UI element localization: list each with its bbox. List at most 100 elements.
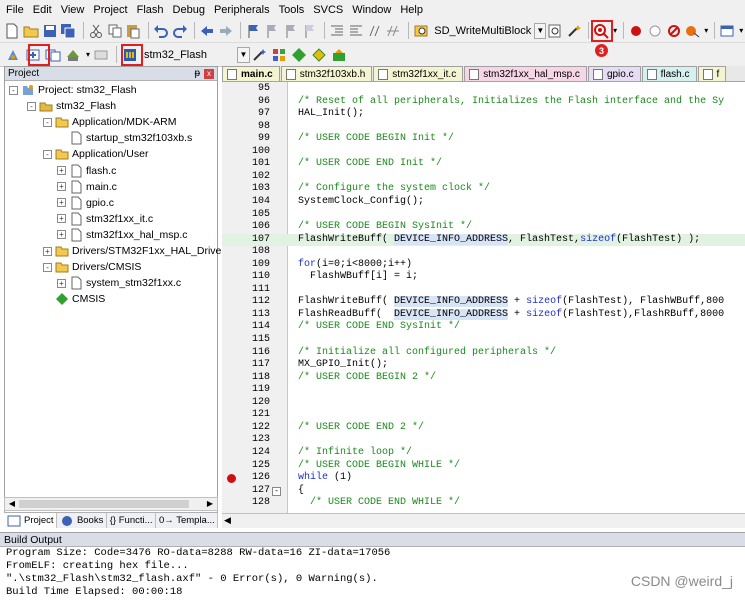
code-line[interactable]: 100 — [222, 146, 745, 159]
code-line[interactable]: 114 /* USER CODE END SysInit */ — [222, 321, 745, 334]
tree-item[interactable]: - Application/User — [43, 146, 148, 162]
redo-button[interactable] — [171, 22, 188, 40]
editor-tab[interactable]: stm32f1xx_it.c — [373, 66, 464, 81]
close-icon[interactable]: x — [204, 68, 214, 79]
code-line[interactable]: 124 /* Infinite loop */ — [222, 447, 745, 460]
kill-breakpoints-button[interactable] — [684, 22, 701, 40]
uncomment-button[interactable] — [385, 22, 402, 40]
code-line[interactable]: 99 /* USER CODE BEGIN Init */ — [222, 133, 745, 146]
nav-back-button[interactable] — [199, 22, 216, 40]
new-file-button[interactable] — [4, 22, 21, 40]
editor-tab[interactable]: gpio.c — [587, 66, 641, 81]
comment-button[interactable] — [366, 22, 383, 40]
tab-books[interactable]: Books — [57, 513, 107, 528]
tree-item[interactable]: - stm32_Flash — [27, 98, 116, 114]
tree-item[interactable]: startup_stm32f103xb.s — [57, 130, 192, 146]
code-line[interactable]: 122 /* USER CODE END 2 */ — [222, 422, 745, 435]
manage-components-button[interactable] — [290, 46, 308, 64]
collapse-toggle-icon[interactable]: - — [27, 101, 36, 111]
tab-templates[interactable]: 0→ Templa... — [156, 513, 218, 528]
stop-build-button[interactable] — [92, 46, 110, 64]
code-line[interactable]: 107 FlashWriteBuff( DEVICE_INFO_ADDRESS, … — [222, 233, 745, 247]
code-editor[interactable]: 95 96 /* Reset of all peripherals, Initial… — [222, 82, 745, 513]
expand-toggle-icon[interactable]: + — [57, 182, 66, 192]
code-line[interactable]: 98 — [222, 121, 745, 134]
code-line[interactable]: 123 — [222, 434, 745, 447]
tree-item[interactable]: - Project: stm32_Flash — [9, 82, 137, 98]
menu-file[interactable]: File — [6, 4, 24, 16]
expand-toggle-icon[interactable]: + — [43, 246, 52, 256]
expand-toggle-icon[interactable]: + — [57, 230, 66, 240]
code-line[interactable]: 105 — [222, 209, 745, 222]
clear-bookmarks-button[interactable] — [301, 22, 318, 40]
expand-toggle-icon[interactable]: + — [57, 214, 66, 224]
incremental-find-button[interactable] — [546, 22, 563, 40]
code-line[interactable]: 126 while (1) — [222, 472, 745, 485]
menu-edit[interactable]: Edit — [33, 4, 52, 16]
menu-debug[interactable]: Debug — [173, 4, 205, 16]
code-line[interactable]: 104 SystemClock_Config(); — [222, 196, 745, 209]
batch-build-button[interactable] — [64, 46, 82, 64]
code-line[interactable]: 115 — [222, 334, 745, 347]
nav-forward-button[interactable] — [218, 22, 235, 40]
tree-item[interactable]: + system_stm32f1xx.c — [57, 275, 181, 291]
editor-hscrollbar[interactable]: ◀ — [222, 513, 745, 528]
scroll-left-icon[interactable]: ◀ — [6, 498, 18, 510]
open-file-button[interactable] — [23, 22, 40, 40]
code-line[interactable]: 116 /* Initialize all configured peripher… — [222, 347, 745, 360]
code-line[interactable]: 113 FlashReadBuff( DEVICE_INFO_ADDRESS + … — [222, 308, 745, 322]
code-line[interactable]: 106 /* USER CODE BEGIN SysInit */ — [222, 221, 745, 234]
undo-button[interactable] — [153, 22, 170, 40]
code-line[interactable]: 97 HAL_Init(); — [222, 108, 745, 121]
editor-tab[interactable]: flash.c — [641, 66, 697, 81]
code-line[interactable]: 108 — [222, 246, 745, 259]
tree-item[interactable]: + gpio.c — [57, 195, 114, 211]
code-line[interactable]: 117 MX_GPIO_Init(); — [222, 359, 745, 372]
window-layout-button[interactable] — [719, 22, 736, 40]
menu-flash[interactable]: Flash — [137, 4, 164, 16]
code-line[interactable]: 111 — [222, 284, 745, 297]
bookmark-button[interactable] — [245, 22, 262, 40]
next-bookmark-button[interactable] — [283, 22, 300, 40]
menu-peripherals[interactable]: Peripherals — [214, 4, 270, 16]
cut-button[interactable] — [88, 22, 105, 40]
menu-view[interactable]: View — [61, 4, 85, 16]
code-line[interactable]: 109 for(i=0;i<8000;i++) — [222, 259, 745, 272]
menu-project[interactable]: Project — [93, 4, 127, 16]
save-button[interactable] — [41, 22, 58, 40]
disable-breakpoints-button[interactable] — [665, 22, 682, 40]
project-target-dropdown[interactable]: ▼ — [237, 46, 250, 63]
tab-functions[interactable]: {} Functi... — [107, 513, 156, 528]
tree-item[interactable]: CMSIS — [43, 291, 105, 307]
scroll-thumb[interactable] — [19, 500, 189, 508]
code-line[interactable]: 127- { — [222, 485, 745, 498]
window-layout-dropdown[interactable]: ▾ — [738, 23, 745, 39]
tree-item[interactable]: + stm32f1xx_hal_msp.c — [57, 227, 188, 243]
tab-project[interactable]: Project — [4, 513, 57, 528]
code-line[interactable]: 96 /* Reset of all peripherals, Initializ… — [222, 96, 745, 109]
unindent-button[interactable] — [348, 22, 365, 40]
file-extensions-button[interactable] — [270, 46, 288, 64]
code-line[interactable]: 125 /* USER CODE BEGIN WHILE */ — [222, 460, 745, 473]
code-line[interactable]: 120 — [222, 397, 745, 410]
tree-item[interactable]: + flash.c — [57, 163, 116, 179]
code-line[interactable]: 118 /* USER CODE BEGIN 2 */ — [222, 372, 745, 385]
code-line[interactable]: 121 — [222, 409, 745, 422]
batch-dropdown[interactable]: ▾ — [84, 47, 92, 63]
select-packs-button[interactable] — [330, 46, 348, 64]
code-line[interactable]: 112 FlashWriteBuff( DEVICE_INFO_ADDRESS +… — [222, 296, 745, 309]
pin-icon[interactable]: ᵽ — [194, 68, 200, 79]
insert-breakpoint-button[interactable] — [628, 22, 645, 40]
find-tool-button[interactable] — [565, 22, 582, 40]
expand-toggle-icon[interactable]: + — [57, 198, 66, 208]
pack-installer-button[interactable] — [310, 46, 328, 64]
paste-button[interactable] — [125, 22, 142, 40]
breakpoint-icon[interactable] — [227, 474, 236, 484]
code-line[interactable]: 95 — [222, 83, 745, 96]
menu-svcs[interactable]: SVCS — [313, 4, 343, 16]
project-hscrollbar[interactable]: ◀ ▶ — [4, 497, 218, 511]
expand-toggle-icon[interactable]: + — [57, 166, 66, 175]
breakpoints-dropdown[interactable]: ▾ — [703, 23, 710, 39]
translate-button[interactable] — [4, 46, 22, 64]
editor-tab[interactable]: f — [697, 66, 727, 81]
